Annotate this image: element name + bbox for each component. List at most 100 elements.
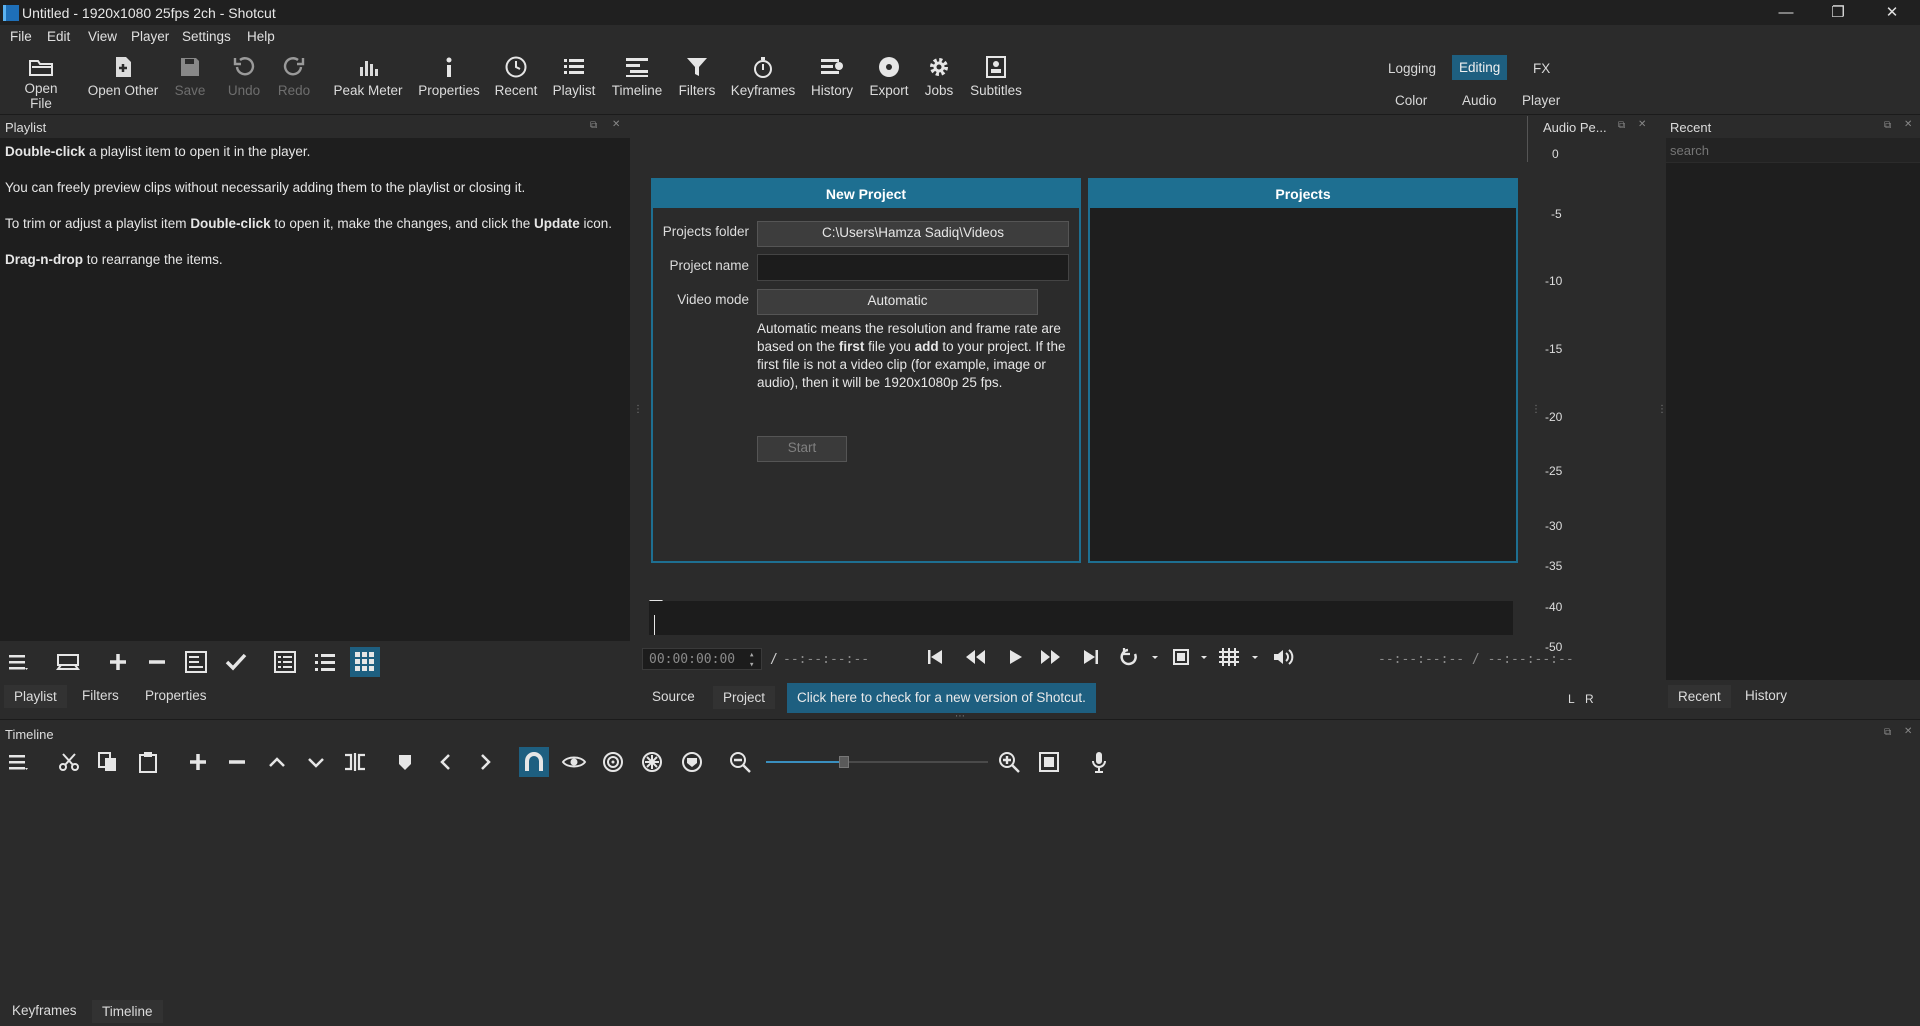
volume-icon[interactable] <box>1271 646 1295 668</box>
open-file-button[interactable]: Open File <box>12 55 70 111</box>
zoom-in-icon[interactable] <box>997 749 1023 775</box>
checkmark-icon[interactable] <box>223 649 249 675</box>
player-scrubber[interactable] <box>649 601 1513 635</box>
zoom-slider-handle[interactable] <box>838 756 849 768</box>
recent-list[interactable] <box>1666 163 1920 680</box>
float-panel-icon[interactable]: ⧉ <box>1884 727 1891 738</box>
next-marker-icon[interactable] <box>472 749 498 775</box>
tab-history[interactable]: History <box>1735 684 1798 707</box>
recent-button[interactable]: Recent <box>492 55 540 98</box>
keyframes-button[interactable]: Keyframes <box>730 55 796 98</box>
redo-button[interactable]: Redo <box>276 55 312 98</box>
projects-panel[interactable]: Projects <box>1088 178 1518 563</box>
update-icon[interactable] <box>183 649 209 675</box>
save-button[interactable]: Save <box>172 55 208 98</box>
tab-recent[interactable]: Recent <box>1668 685 1731 708</box>
vertical-splitter[interactable]: ⋮ <box>1531 404 1541 415</box>
skip-to-start-icon[interactable] <box>925 647 945 667</box>
playlist-button[interactable]: Playlist <box>550 55 598 98</box>
workspace-editing[interactable]: Editing <box>1452 55 1508 80</box>
restore-button[interactable]: ❐ <box>1812 0 1864 25</box>
start-button[interactable]: Start <box>757 436 847 462</box>
tab-properties[interactable]: Properties <box>135 684 217 707</box>
timeline-tracks-area[interactable] <box>0 781 1920 990</box>
menu-file[interactable]: File <box>10 29 32 44</box>
rewind-icon[interactable] <box>964 647 986 667</box>
vertical-splitter[interactable]: ⋮ <box>633 404 643 415</box>
peak-meter-button[interactable]: Peak Meter <box>332 55 404 98</box>
tab-keyframes[interactable]: Keyframes <box>2 999 87 1022</box>
jobs-button[interactable]: Jobs <box>922 55 956 98</box>
float-panel-icon[interactable]: ⧉ <box>1884 120 1891 131</box>
recent-search-input[interactable] <box>1668 140 1912 160</box>
timecode-input[interactable]: 00:00:00:00 ▴ ▾ <box>642 648 762 670</box>
ripple-delete-icon[interactable] <box>224 749 250 775</box>
recent-search-box[interactable] <box>1666 138 1920 162</box>
ripple-markers-icon[interactable] <box>679 749 705 775</box>
spin-arrows-icon[interactable]: ▴ ▾ <box>749 650 754 670</box>
workspace-color[interactable]: Color <box>1389 90 1433 111</box>
video-mode-select[interactable]: Automatic <box>757 289 1038 315</box>
record-audio-icon[interactable] <box>1086 749 1112 775</box>
close-panel-icon[interactable]: ✕ <box>612 119 620 130</box>
history-button[interactable]: History <box>808 55 856 98</box>
menu-settings[interactable]: Settings <box>182 29 231 44</box>
playlist-panel[interactable]: Double-click a playlist item to open it … <box>0 138 630 641</box>
float-panel-icon[interactable]: ⧉ <box>590 120 597 131</box>
float-panel-icon[interactable]: ⧉ <box>1618 120 1625 131</box>
zoom-to-fit-icon[interactable] <box>1036 749 1062 775</box>
open-in-player-icon[interactable] <box>55 649 81 675</box>
close-panel-icon[interactable]: ✕ <box>1904 726 1912 737</box>
export-button[interactable]: Export <box>866 55 912 98</box>
list-view-icon[interactable] <box>312 649 338 675</box>
marker-icon[interactable] <box>392 749 418 775</box>
close-panel-icon[interactable]: ✕ <box>1638 119 1646 130</box>
tab-source[interactable]: Source <box>642 685 705 708</box>
close-panel-icon[interactable]: ✕ <box>1904 119 1912 130</box>
add-icon[interactable] <box>105 649 131 675</box>
play-icon[interactable] <box>1005 647 1025 667</box>
zoom-fit-icon[interactable] <box>1170 646 1212 668</box>
grid-icon[interactable] <box>1217 646 1259 668</box>
open-other-button[interactable]: Open Other <box>84 55 162 98</box>
snap-magnet-icon[interactable] <box>519 747 549 777</box>
playlist-menu-icon[interactable] <box>6 649 32 675</box>
lift-icon[interactable] <box>264 749 290 775</box>
tab-playlist[interactable]: Playlist <box>4 685 67 708</box>
timeline-menu-icon[interactable] <box>6 749 32 775</box>
paste-icon[interactable] <box>135 749 161 775</box>
timeline-button[interactable]: Timeline <box>610 55 664 98</box>
properties-button[interactable]: Properties <box>416 55 482 98</box>
ripple-all-tracks-icon[interactable] <box>639 749 665 775</box>
workspace-logging[interactable]: Logging <box>1382 58 1442 79</box>
overwrite-icon[interactable] <box>303 749 329 775</box>
ripple-icon[interactable] <box>600 749 626 775</box>
append-icon[interactable] <box>185 749 211 775</box>
cut-icon[interactable] <box>56 749 82 775</box>
zoom-out-icon[interactable] <box>728 749 754 775</box>
skip-to-end-icon[interactable] <box>1081 647 1101 667</box>
menu-view[interactable]: View <box>88 29 117 44</box>
minimize-button[interactable]: — <box>1760 0 1812 25</box>
zoom-slider[interactable] <box>766 756 988 768</box>
filters-button[interactable]: Filters <box>677 55 717 98</box>
close-button[interactable]: ✕ <box>1866 0 1918 25</box>
previous-marker-icon[interactable] <box>433 749 459 775</box>
workspace-audio[interactable]: Audio <box>1456 90 1503 111</box>
loop-icon[interactable] <box>1120 646 1162 668</box>
update-notice-button[interactable]: Click here to check for a new version of… <box>787 683 1096 713</box>
subtitles-button[interactable]: Subtitles <box>968 55 1024 98</box>
menu-player[interactable]: Player <box>131 29 169 44</box>
fast-forward-icon[interactable] <box>1040 647 1062 667</box>
remove-icon[interactable] <box>144 649 170 675</box>
split-icon[interactable] <box>342 749 368 775</box>
workspace-fx[interactable]: FX <box>1527 58 1556 79</box>
undo-button[interactable]: Undo <box>225 55 263 98</box>
tab-filters[interactable]: Filters <box>72 684 129 707</box>
scrub-eye-icon[interactable] <box>561 749 587 775</box>
menu-help[interactable]: Help <box>247 29 275 44</box>
tab-project[interactable]: Project <box>713 686 776 709</box>
details-view-icon[interactable] <box>272 649 298 675</box>
tab-timeline[interactable]: Timeline <box>92 1000 163 1023</box>
copy-icon[interactable] <box>95 749 121 775</box>
